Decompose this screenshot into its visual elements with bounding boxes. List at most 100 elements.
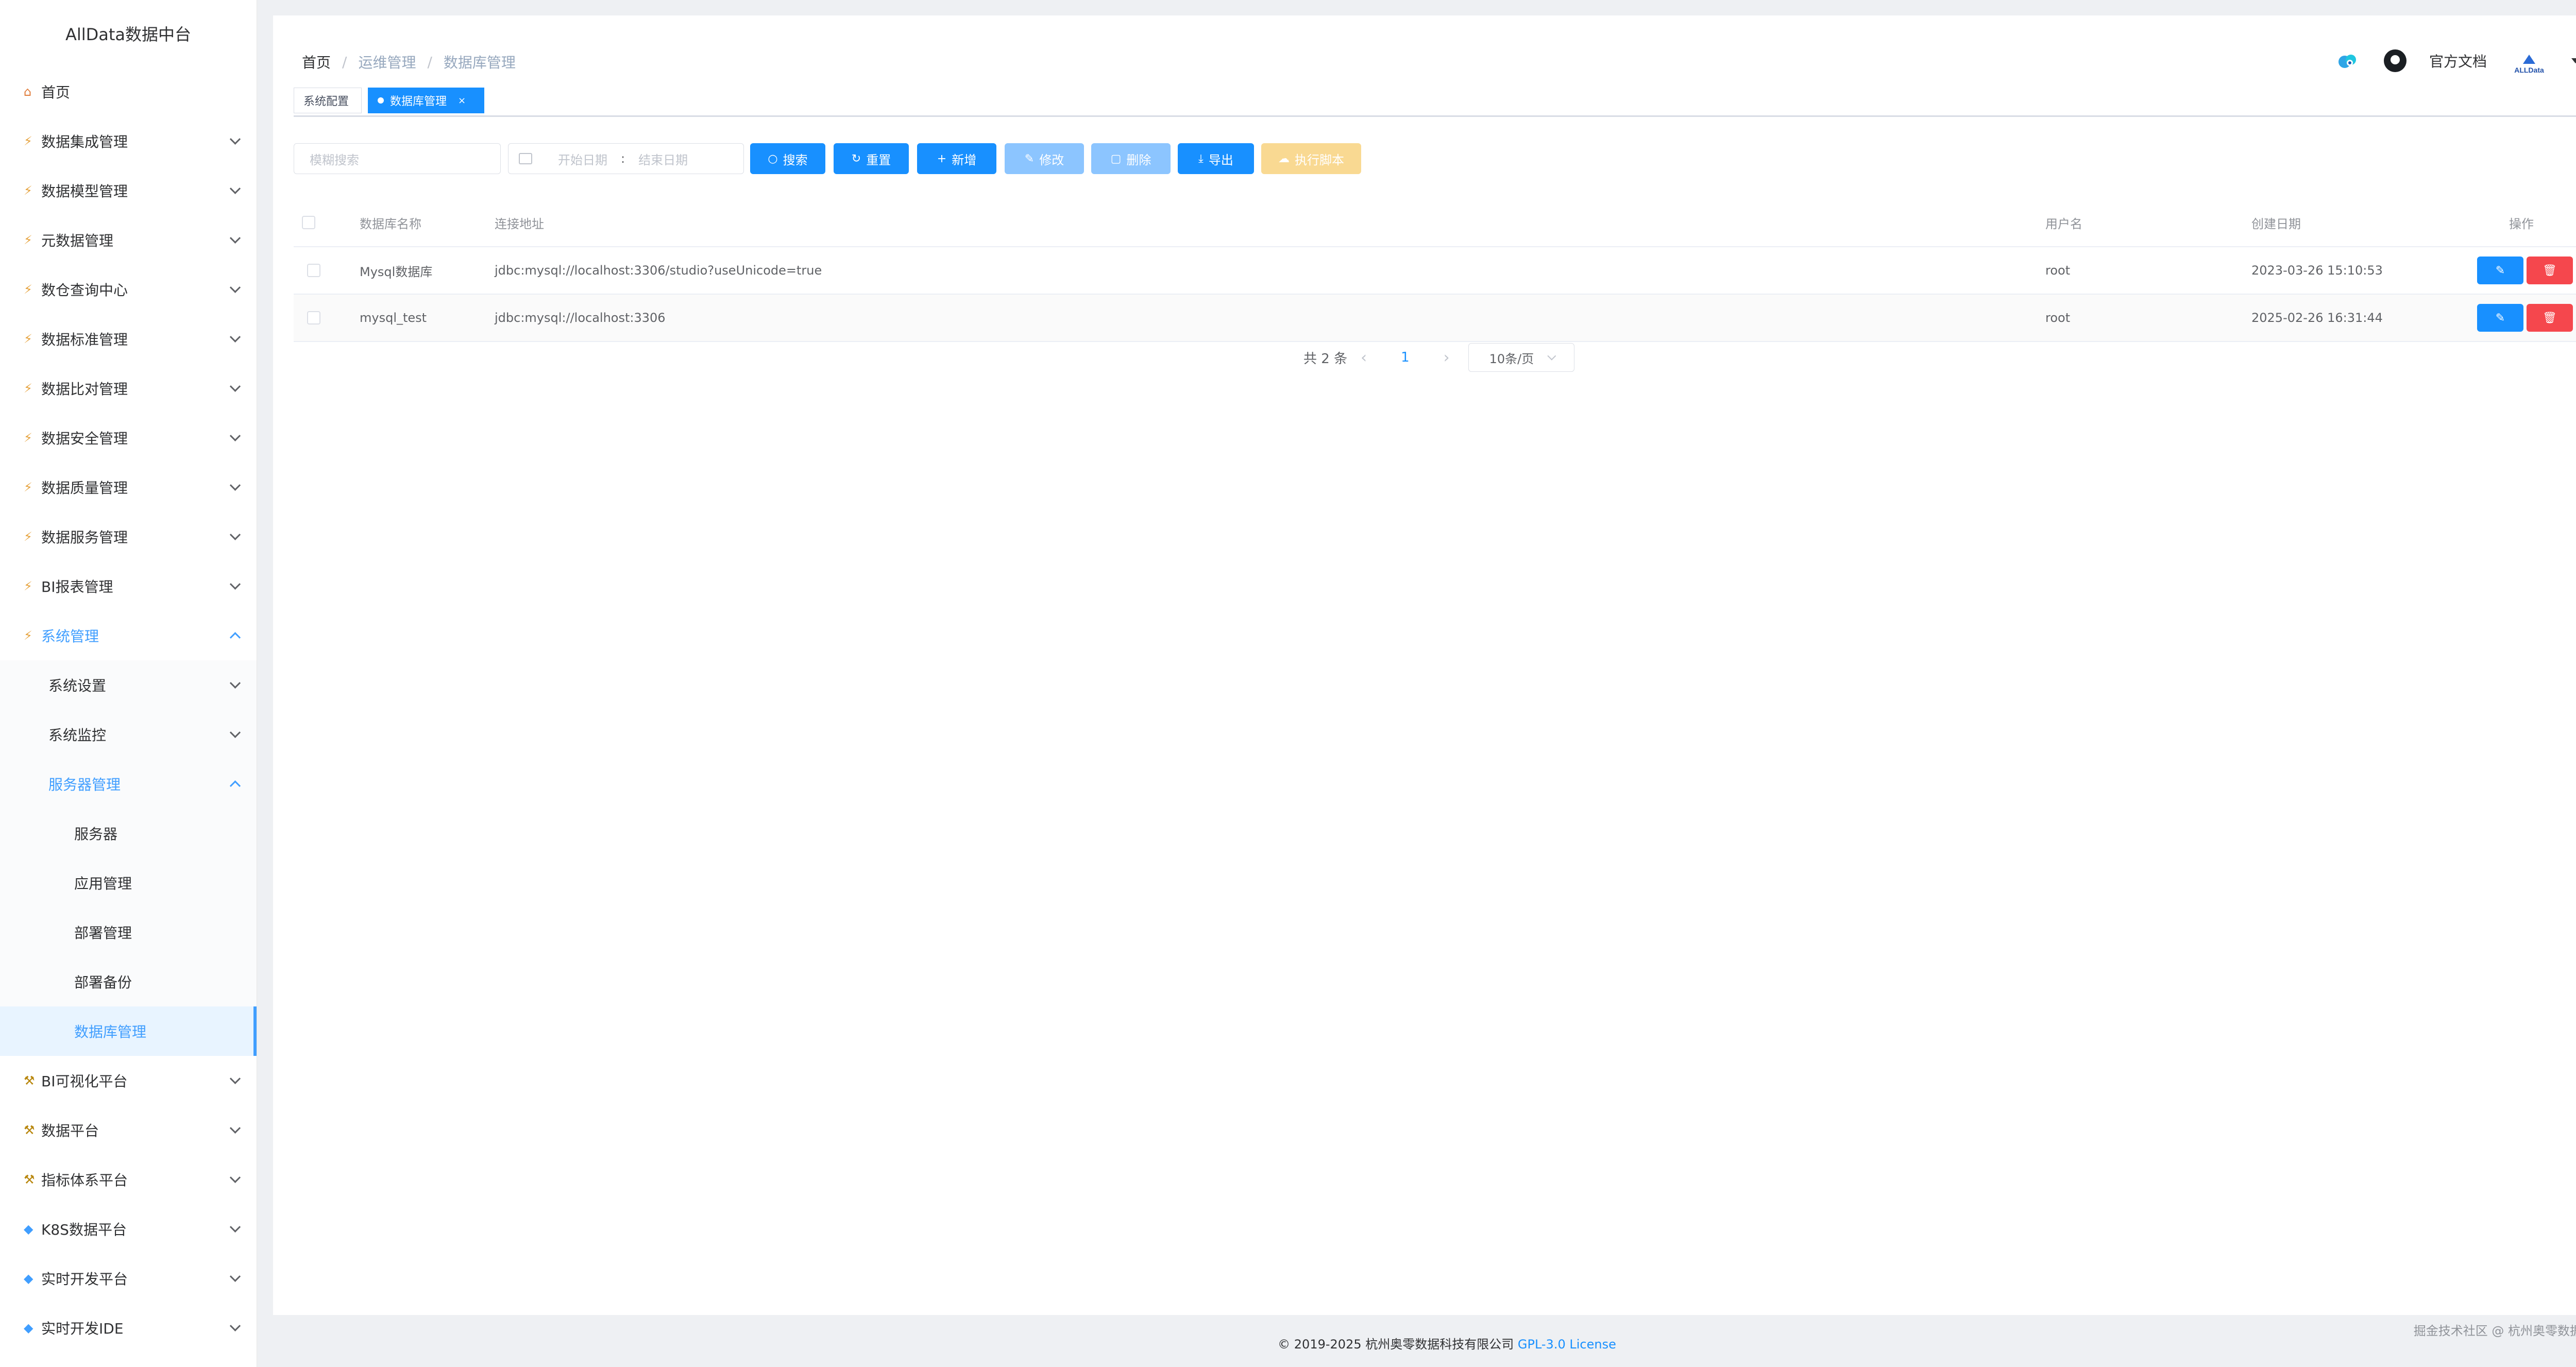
sidebar-item-data-platform[interactable]: ⚒ 数据平台	[0, 1105, 257, 1155]
chevron-down-icon	[229, 183, 241, 194]
row-edit-button[interactable]: ✎	[2477, 304, 2523, 332]
run-script-button-label: 执行脚本	[1295, 152, 1344, 167]
sidebar-item-data-integration[interactable]: ⚡ 数据集成管理	[0, 116, 257, 166]
page-size-select[interactable]: 10条/页	[1468, 343, 1575, 372]
tool-icon: ⚒	[24, 1123, 35, 1137]
trash-icon: ▢	[1110, 152, 1122, 165]
date-range-picker[interactable]: 开始日期 : 结束日期	[508, 143, 744, 174]
chevron-down-icon	[229, 529, 241, 540]
sidebar-item-warehouse-query[interactable]: ⚡ 数仓查询中心	[0, 265, 257, 314]
reset-button-label: 重置	[866, 152, 891, 167]
sidebar-item-realtime-platform[interactable]: ◆ 实时开发平台	[0, 1254, 257, 1303]
chevron-down-icon	[229, 232, 241, 244]
sidebar-item-data-quality[interactable]: ⚡ 数据质量管理	[0, 463, 257, 512]
export-button[interactable]: ⤓ 导出	[1178, 143, 1254, 174]
sidebar-item-realtime-ide[interactable]: ◆ 实时开发IDE	[0, 1303, 257, 1353]
row-checkbox[interactable]	[307, 264, 320, 277]
breadcrumb: 首页 / 运维管理 / 数据库管理	[302, 52, 516, 72]
row-checkbox[interactable]	[307, 311, 320, 324]
db-url: jdbc:mysql://localhost:3306/studio?useUn…	[495, 263, 822, 278]
breadcrumb-ops: 运维管理	[358, 54, 416, 71]
gem-icon: ◆	[24, 1222, 33, 1236]
sidebar-item-data-service[interactable]: ⚡ 数据服务管理	[0, 512, 257, 561]
edit-icon: ✎	[1024, 152, 1035, 165]
edit-icon: ✎	[2495, 264, 2505, 277]
sidebar-item-system[interactable]: ⚡ 系统管理	[0, 611, 257, 660]
sidebar-item-servers[interactable]: 服务器	[0, 809, 257, 858]
sidebar-item-apps[interactable]: 应用管理	[0, 858, 257, 908]
add-button[interactable]: + 新增	[917, 143, 996, 174]
search-input[interactable]: 模糊搜索	[294, 143, 501, 174]
sidebar-item-label: 首页	[41, 84, 71, 101]
sidebar-item-label: 系统监控	[48, 727, 107, 744]
column-header: 用户名	[2045, 216, 2082, 231]
db-user: root	[2045, 311, 2071, 325]
db-created: 2023-03-26 15:10:53	[2251, 263, 2383, 278]
sidebar-item-label: 系统设置	[48, 677, 107, 694]
sidebar-item-data-security[interactable]: ⚡ 数据安全管理	[0, 413, 257, 463]
gem-icon: ◆	[24, 1321, 33, 1335]
tag-system-config[interactable]: 系统配置	[294, 88, 362, 113]
end-date-placeholder[interactable]: 结束日期	[638, 150, 688, 168]
chevron-down-icon	[229, 1271, 241, 1282]
sidebar-item-label: 实时开发平台	[41, 1271, 128, 1288]
edit-icon: ✎	[2495, 311, 2505, 324]
plus-icon: +	[937, 152, 947, 165]
pagination-total: 共 2 条	[1303, 351, 1348, 367]
chevron-right-icon[interactable]: ›	[1444, 349, 1450, 367]
run-script-button[interactable]: ☁ 执行脚本	[1261, 143, 1361, 174]
cloud-logo-icon[interactable]	[2334, 50, 2361, 71]
delete-button[interactable]: ▢ 删除	[1091, 143, 1171, 174]
sidebar-item-bi-report[interactable]: ⚡ BI报表管理	[0, 561, 257, 611]
search-button[interactable]: ○ 搜索	[750, 143, 825, 174]
chevron-down-icon	[229, 381, 241, 392]
chevron-down-icon	[229, 282, 241, 293]
sidebar-item-data-compare[interactable]: ⚡ 数据比对管理	[0, 364, 257, 413]
home-icon: ⌂	[24, 84, 32, 99]
avatar[interactable]: ALLData	[2510, 47, 2549, 74]
sidebar-item-label: 数据平台	[41, 1122, 99, 1139]
row-delete-button[interactable]: 🗑	[2527, 304, 2573, 332]
download-icon: ⤓	[1198, 152, 1204, 165]
sidebar-item-data-standard[interactable]: ⚡ 数据标准管理	[0, 314, 257, 364]
caret-down-icon[interactable]	[2571, 58, 2576, 63]
edit-button[interactable]: ✎ 修改	[1005, 143, 1084, 174]
sidebar-item-data-model[interactable]: ⚡ 数据模型管理	[0, 166, 257, 215]
sidebar-item-metadata[interactable]: ⚡ 元数据管理	[0, 215, 257, 265]
reset-button[interactable]: ↻ 重置	[834, 143, 909, 174]
github-icon[interactable]	[2383, 49, 2406, 72]
sidebar-item-home[interactable]: ⌂ 首页	[0, 67, 257, 116]
sidebar-item-label: 数据标准管理	[41, 331, 128, 348]
sidebar-item-deploy-backup[interactable]: 部署备份	[0, 957, 257, 1006]
sidebar-item-metrics-platform[interactable]: ⚒ 指标体系平台	[0, 1155, 257, 1204]
sidebar-item-deploy[interactable]: 部署管理	[0, 908, 257, 957]
footer: © 2019-2025 杭州奥零数据科技有限公司 GPL-3.0 License	[257, 1334, 2576, 1352]
toolbar: 模糊搜索 开始日期 : 结束日期 ○ 搜索 ↻ 重置 + 新增 ✎ 修改 ▢ 删…	[294, 143, 1361, 174]
chevron-left-icon[interactable]: ‹	[1361, 349, 1367, 367]
select-all-checkbox[interactable]	[302, 216, 315, 229]
lightning-icon: ⚡	[24, 381, 32, 396]
main-content: 首页 / 运维管理 / 数据库管理 官方文档 ALLData 系统配置 数据库管…	[273, 15, 2576, 1315]
sidebar-item-label: 部署管理	[74, 925, 132, 942]
header-actions: 官方文档 ALLData	[2334, 47, 2576, 74]
tag-database-management[interactable]: 数据库管理 ×	[368, 88, 484, 113]
license-link[interactable]: GPL-3.0 License	[1518, 1337, 1616, 1352]
row-edit-button[interactable]: ✎	[2477, 257, 2523, 284]
sidebar: AllData数据中台 ⌂ 首页 ⚡ 数据集成管理 ⚡ 数据模型管理 ⚡ 元数据…	[0, 0, 257, 1367]
sidebar-item-system-monitor[interactable]: 系统监控	[0, 710, 257, 759]
close-icon[interactable]: ×	[458, 95, 466, 106]
chevron-down-icon	[229, 1172, 241, 1183]
delete-button-label: 删除	[1126, 152, 1151, 167]
page-number[interactable]: 1	[1401, 350, 1410, 365]
start-date-placeholder[interactable]: 开始日期	[558, 150, 607, 168]
sidebar-item-system-settings[interactable]: 系统设置	[0, 660, 257, 710]
date-separator: :	[621, 151, 625, 166]
sidebar-item-bi-visual[interactable]: ⚒ BI可视化平台	[0, 1056, 257, 1105]
lightning-icon: ⚡	[24, 529, 32, 544]
docs-link[interactable]: 官方文档	[2429, 50, 2487, 71]
row-delete-button[interactable]: 🗑	[2527, 257, 2573, 284]
sidebar-item-database-management[interactable]: 数据库管理	[0, 1006, 257, 1056]
sidebar-item-k8s-platform[interactable]: ◆ K8S数据平台	[0, 1204, 257, 1254]
breadcrumb-home[interactable]: 首页	[302, 52, 331, 72]
sidebar-item-server-management[interactable]: 服务器管理	[0, 759, 257, 809]
